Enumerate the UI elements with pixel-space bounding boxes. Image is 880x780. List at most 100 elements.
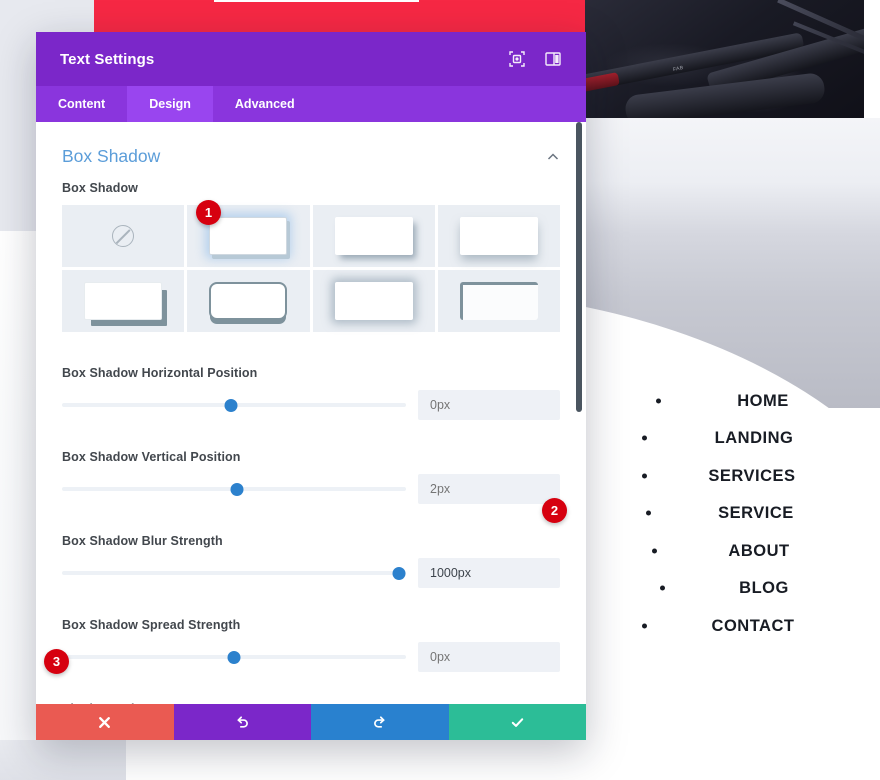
modal-header: Text Settings [36, 32, 586, 86]
bullet-icon [642, 473, 647, 478]
bullet-icon [642, 623, 647, 628]
slider-track [62, 571, 406, 575]
box-shadow-preset-4[interactable] [62, 270, 184, 332]
nav-item-about[interactable]: ABOUT [628, 532, 868, 570]
box-shadow-preset-6[interactable] [313, 270, 435, 332]
callout-badge-2: 2 [542, 498, 567, 523]
shadow-color-label: Shadow Color [62, 702, 560, 704]
vertical-position-label: Box Shadow Vertical Position [62, 450, 560, 464]
spacer [36, 592, 586, 618]
blur-strength-slider[interactable] [62, 562, 406, 584]
nav-item-label: ABOUT [728, 542, 789, 560]
redo-button[interactable] [311, 704, 449, 740]
spread-strength-input[interactable] [418, 642, 560, 672]
undo-button[interactable] [174, 704, 312, 740]
save-button[interactable] [449, 704, 587, 740]
spacer [36, 676, 586, 702]
preset-preview [460, 217, 538, 255]
vertical-position-slider[interactable] [62, 478, 406, 500]
undo-icon [235, 715, 250, 730]
bullet-icon [652, 548, 657, 553]
spacer [36, 424, 586, 450]
spread-strength-slider[interactable] [62, 646, 406, 668]
settings-scroll-area: Box Shadow Box Shadow [36, 122, 586, 704]
shadow-color-field: Shadow Color [36, 702, 586, 704]
box-shadow-preset-5[interactable] [187, 270, 309, 332]
preset-preview [209, 217, 287, 255]
callout-badge-1: 1 [196, 200, 221, 225]
box-shadow-section-header[interactable]: Box Shadow [36, 122, 586, 181]
spacer [36, 508, 586, 534]
slider-knob[interactable] [393, 567, 406, 580]
box-shadow-preset-grid [62, 205, 560, 332]
slider-knob[interactable] [231, 483, 244, 496]
redo-icon [372, 715, 387, 730]
blur-strength-label: Box Shadow Blur Strength [62, 534, 560, 548]
bullet-icon [642, 436, 647, 441]
modal-footer-actions [36, 704, 586, 740]
vertical-position-row [62, 474, 560, 504]
background-bottom-wedge [0, 740, 126, 780]
site-navigation-list: HOME LANDING SERVICES SERVICE ABOUT BLOG [628, 382, 868, 645]
check-icon [510, 715, 525, 730]
box-shadow-preset-field: Box Shadow [36, 181, 586, 332]
vertical-position-field: Box Shadow Vertical Position [36, 450, 586, 504]
box-shadow-preset-7[interactable] [438, 270, 560, 332]
horizontal-position-field: Box Shadow Horizontal Position [36, 366, 586, 420]
text-settings-modal: Text Settings Content Design Advanced [36, 32, 586, 740]
box-shadow-preset-none[interactable] [62, 205, 184, 267]
nav-item-landing[interactable]: LANDING [628, 420, 868, 458]
preset-preview [335, 282, 413, 320]
spread-strength-field: Box Shadow Spread Strength [36, 618, 586, 672]
no-shadow-icon [112, 225, 134, 247]
nav-item-label: HOME [737, 392, 789, 410]
box-shadow-preset-3[interactable] [438, 205, 560, 267]
box-shadow-field-label: Box Shadow [62, 181, 560, 195]
settings-scrollbar[interactable] [576, 122, 582, 412]
focus-target-icon[interactable] [508, 50, 526, 68]
nav-item-label: CONTACT [712, 617, 795, 635]
vertical-position-input[interactable] [418, 474, 560, 504]
bullet-icon [646, 511, 651, 516]
layout-panel-icon[interactable] [544, 50, 562, 68]
nav-item-services[interactable]: SERVICES [628, 457, 868, 495]
nav-item-home[interactable]: HOME [628, 382, 868, 420]
blur-strength-field: Box Shadow Blur Strength [36, 534, 586, 588]
spacer [36, 340, 586, 366]
horizontal-position-slider[interactable] [62, 394, 406, 416]
slider-knob[interactable] [224, 399, 237, 412]
modal-body: Box Shadow Box Shadow [36, 122, 586, 704]
horizontal-position-input[interactable] [418, 390, 560, 420]
modal-tab-bar: Content Design Advanced [36, 86, 586, 122]
nav-item-blog[interactable]: BLOG [628, 570, 868, 608]
nav-item-label: SERVICE [718, 504, 794, 522]
hero-outline-box-left [214, 0, 419, 2]
blur-strength-input[interactable] [418, 558, 560, 588]
preset-preview [335, 217, 413, 255]
blur-strength-row [62, 558, 560, 588]
screwdriver-tools-photo: FAB [585, 0, 864, 118]
cancel-button[interactable] [36, 704, 174, 740]
horizontal-position-label: Box Shadow Horizontal Position [62, 366, 560, 380]
nav-item-label: LANDING [715, 429, 794, 447]
nav-item-label: SERVICES [708, 467, 795, 485]
tab-advanced[interactable]: Advanced [213, 86, 317, 122]
slider-knob[interactable] [228, 651, 241, 664]
modal-title: Text Settings [60, 51, 508, 68]
callout-badge-3: 3 [44, 649, 69, 674]
bullet-icon [656, 398, 661, 403]
nav-item-service[interactable]: SERVICE [628, 495, 868, 533]
tab-content[interactable]: Content [36, 86, 127, 122]
box-shadow-preset-2[interactable] [313, 205, 435, 267]
bullet-icon [660, 586, 665, 591]
modal-header-actions [508, 50, 562, 68]
spread-strength-row [62, 642, 560, 672]
nav-item-label: BLOG [739, 579, 789, 597]
close-icon [97, 715, 112, 730]
nav-item-contact[interactable]: CONTACT [628, 607, 868, 645]
spread-strength-label: Box Shadow Spread Strength [62, 618, 560, 632]
preset-preview [84, 282, 162, 320]
chevron-up-icon[interactable] [546, 150, 560, 164]
preset-preview [460, 282, 538, 320]
tab-design[interactable]: Design [127, 86, 213, 122]
